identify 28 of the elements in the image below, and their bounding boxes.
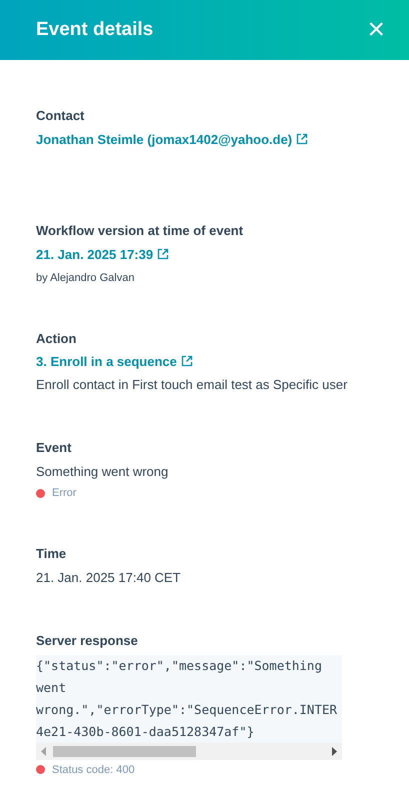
close-button[interactable]: × — [367, 15, 385, 45]
field-value: Enroll contact in First touch email test as Specific user — [36, 376, 348, 394]
external-link-icon[interactable] — [180, 355, 193, 367]
scroll-thumb[interactable] — [53, 746, 196, 756]
panel-title: Event details — [36, 18, 154, 42]
status-text: Status code: 400 — [52, 762, 135, 778]
external-link-icon[interactable] — [157, 248, 170, 260]
code-line: {"status":"error","message":"Something — [36, 656, 323, 675]
field-label: Time — [36, 544, 68, 562]
code-line: went — [36, 678, 68, 696]
link[interactable]: 3. Enroll in a sequence — [36, 354, 177, 369]
field-label: Server response — [36, 632, 139, 650]
field-label: Contact — [36, 107, 86, 125]
field-value: Something went wrong — [36, 463, 170, 481]
status-text: Error — [52, 486, 76, 501]
author-note: by Alejandro Galvan — [36, 271, 136, 286]
field-label: Event — [36, 438, 72, 456]
field-value: 21. Jan. 2025 17:40 CET — [36, 569, 182, 587]
scroll-right-icon[interactable] — [330, 746, 338, 756]
code-line: wrong.","errorType":"SequenceError.INTER — [36, 700, 338, 719]
external-link-icon[interactable] — [296, 132, 308, 144]
horizontal-scrollbar[interactable] — [36, 742, 342, 760]
scroll-left-icon[interactable] — [40, 746, 48, 756]
field-label: Workflow version at time of event — [36, 222, 244, 240]
link[interactable]: Jonathan Steimle (jomax1402@yahoo.de) — [36, 132, 292, 146]
link[interactable]: 21. Jan. 2025 17:39 — [36, 246, 154, 262]
code-line: 4e21-430b-8601-daa5128347af"} — [36, 722, 256, 740]
field-label: Action — [36, 330, 78, 348]
